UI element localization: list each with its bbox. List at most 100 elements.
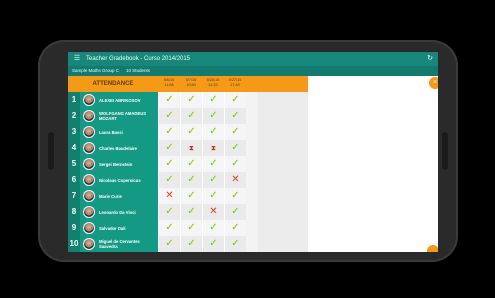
student-row[interactable]: 7 Marie Curie ✕ ✓ ✓ ✓ xyxy=(68,188,308,204)
date-column[interactable]: 5/27/15 17:40 xyxy=(224,76,246,92)
attendance-cells: ✓ ✓ ✓ ✕ xyxy=(158,172,258,188)
attendance-cell[interactable]: ✓ xyxy=(202,124,224,140)
attendance-cell[interactable]: ✓ xyxy=(224,156,246,172)
attendance-cells: ✕ ✓ ✓ ✓ xyxy=(158,188,258,204)
student-row[interactable]: 1 ALEXEI ABRIKOSOV ✓ ✓ ✓ ✓ xyxy=(68,92,308,108)
attendance-cell[interactable]: ✓ xyxy=(202,92,224,108)
attendance-cell[interactable]: ✓ xyxy=(158,140,180,156)
check-icon: ✓ xyxy=(187,126,196,137)
attendance-cell[interactable]: ✓ xyxy=(224,220,246,236)
close-icon[interactable]: × xyxy=(429,77,438,89)
attendance-cell[interactable]: ✓ xyxy=(224,188,246,204)
attendance-cell[interactable]: ✕ xyxy=(158,188,180,204)
student-cell[interactable]: Charles Baudelaire xyxy=(80,140,158,156)
attendance-cell[interactable]: ✓ xyxy=(202,172,224,188)
student-row[interactable]: 2 WOLFGANG AMADEUS MOZART ✓ ✓ ✓ ✓ xyxy=(68,108,308,124)
attendance-cell[interactable]: ✓ xyxy=(158,172,180,188)
refresh-icon[interactable]: ↻ xyxy=(427,52,433,66)
student-cell[interactable]: Salvador Dalí xyxy=(80,220,158,236)
student-name: Charles Baudelaire xyxy=(99,145,137,151)
attendance-cell[interactable]: ✓ xyxy=(180,204,202,220)
attendance-cell[interactable]: ⧗ xyxy=(180,140,202,156)
check-icon: ✓ xyxy=(187,222,196,233)
attendance-cell[interactable]: ✕ xyxy=(202,204,224,220)
attendance-cell[interactable]: ✓ xyxy=(202,188,224,204)
student-row[interactable]: 9 Salvador Dalí ✓ ✓ ✓ ✓ xyxy=(68,220,308,236)
student-row[interactable]: 4 Charles Baudelaire ✓ ⧗ ⧗ ✓ xyxy=(68,140,308,156)
attendance-cell[interactable]: ✓ xyxy=(224,204,246,220)
student-row[interactable]: 5 Sergei Bernstein ✓ ✓ ✓ ✓ xyxy=(68,156,308,172)
cross-icon: ✕ xyxy=(209,206,218,217)
attendance-grid: ATTENDANCE 5/6/15 11:58 5/7/15 10:50 5/2… xyxy=(68,76,308,252)
attendance-cells: ✓ ✓ ✓ ✓ xyxy=(158,220,258,236)
attendance-cell[interactable]: ✓ xyxy=(158,156,180,172)
check-icon: ✓ xyxy=(165,174,174,185)
student-cell[interactable]: Miguel de Cervantes Saavedra xyxy=(80,236,158,252)
student-name: Leonardo Da Vinci xyxy=(99,209,136,215)
empty-cell xyxy=(258,108,308,124)
student-name: Salvador Dalí xyxy=(99,225,126,231)
attendance-header: ATTENDANCE xyxy=(68,76,158,92)
attendance-cell[interactable]: ✓ xyxy=(180,108,202,124)
student-row[interactable]: 8 Leonardo Da Vinci ✓ ✓ ✕ ✓ xyxy=(68,204,308,220)
avatar xyxy=(83,174,95,186)
attendance-cell[interactable]: ✓ xyxy=(158,124,180,140)
attendance-cell[interactable]: ✓ xyxy=(158,204,180,220)
student-row[interactable]: 10 Miguel de Cervantes Saavedra ✓ ✓ ✓ ✓ xyxy=(68,236,308,252)
check-icon: ✓ xyxy=(231,126,240,137)
student-cell[interactable]: WOLFGANG AMADEUS MOZART xyxy=(80,108,158,124)
fab-button[interactable] xyxy=(427,245,438,252)
student-number: 10 xyxy=(68,236,80,252)
attendance-cell[interactable]: ✓ xyxy=(180,124,202,140)
attendance-cells: ✓ ✓ ✓ ✓ xyxy=(158,124,258,140)
student-cell[interactable]: Sergei Bernstein xyxy=(80,156,158,172)
attendance-cell[interactable]: ✓ xyxy=(202,220,224,236)
student-cell[interactable]: Marie Curie xyxy=(80,188,158,204)
date-column[interactable]: 5/20/15 11:33 xyxy=(202,76,224,92)
check-icon: ✓ xyxy=(187,238,196,249)
check-icon: ✓ xyxy=(231,94,240,105)
attendance-cell[interactable]: ✓ xyxy=(202,156,224,172)
attendance-cell[interactable]: ✓ xyxy=(180,220,202,236)
student-cell[interactable]: Nicolaus Copernicus xyxy=(80,172,158,188)
empty-cell xyxy=(258,140,308,156)
attendance-cell[interactable]: ✓ xyxy=(224,124,246,140)
date-column[interactable]: 5/7/15 10:50 xyxy=(180,76,202,92)
group-name[interactable]: Sample Maths Group C xyxy=(72,66,119,76)
attendance-cell[interactable]: ✓ xyxy=(224,92,246,108)
attendance-cell[interactable]: ✕ xyxy=(224,172,246,188)
attendance-cells: ✓ ✓ ✓ ✓ xyxy=(158,92,258,108)
attendance-cell[interactable]: ✓ xyxy=(202,236,224,252)
time-label: 11:33 xyxy=(208,83,218,87)
attendance-cell[interactable]: ✓ xyxy=(180,156,202,172)
attendance-cell[interactable]: ✓ xyxy=(180,92,202,108)
attendance-cell[interactable]: ✓ xyxy=(158,220,180,236)
attendance-cell[interactable]: ✓ xyxy=(158,92,180,108)
attendance-cell[interactable]: ✓ xyxy=(158,236,180,252)
empty-cell xyxy=(258,156,308,172)
attendance-cell[interactable]: ✓ xyxy=(180,172,202,188)
students-count: 10 Students xyxy=(126,68,151,73)
attendance-cell[interactable]: ✓ xyxy=(202,108,224,124)
attendance-cell[interactable]: ⧗ xyxy=(202,140,224,156)
empty-cell xyxy=(258,92,308,108)
menu-icon[interactable]: ☰ xyxy=(72,52,82,66)
attendance-cell[interactable]: ✓ xyxy=(158,108,180,124)
student-name: WOLFGANG AMADEUS MOZART xyxy=(99,111,147,121)
student-row[interactable]: 6 Nicolaus Copernicus ✓ ✓ ✓ ✕ xyxy=(68,172,308,188)
check-icon: ✓ xyxy=(165,110,174,121)
student-cell[interactable]: Laura Bassi xyxy=(80,124,158,140)
hourglass-icon: ⧗ xyxy=(189,145,194,152)
cross-icon: ✕ xyxy=(231,174,240,185)
date-column[interactable]: 5/6/15 11:58 xyxy=(158,76,180,92)
attendance-cell[interactable]: ✓ xyxy=(180,236,202,252)
attendance-cell[interactable]: ✓ xyxy=(224,236,246,252)
student-name: Sergei Bernstein xyxy=(99,161,133,167)
student-row[interactable]: 3 Laura Bassi ✓ ✓ ✓ ✓ xyxy=(68,124,308,140)
student-cell[interactable]: ALEXEI ABRIKOSOV xyxy=(80,92,158,108)
attendance-cell[interactable]: ✓ xyxy=(180,188,202,204)
student-cell[interactable]: Leonardo Da Vinci xyxy=(80,204,158,220)
attendance-cell[interactable]: ✓ xyxy=(224,108,246,124)
attendance-cell[interactable]: ✓ xyxy=(224,140,246,156)
avatar xyxy=(83,238,95,250)
